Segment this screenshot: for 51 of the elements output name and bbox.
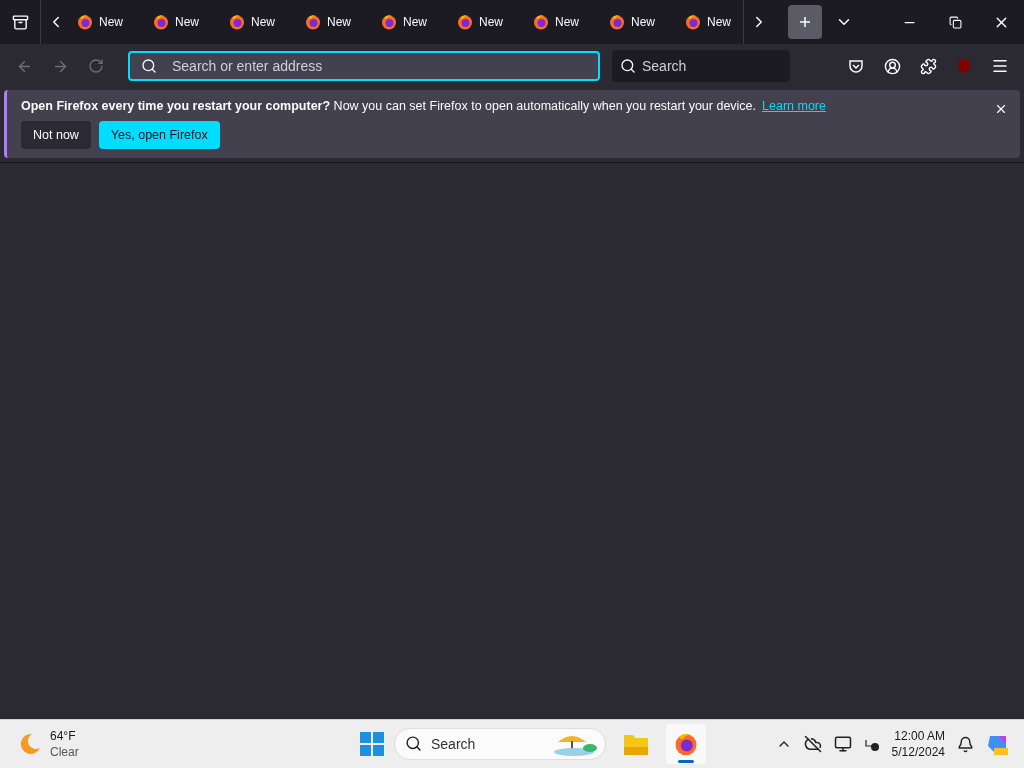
cloud-off-icon[interactable] [803, 735, 822, 753]
browser-tab[interactable]: New [603, 6, 679, 38]
plus-icon [799, 16, 811, 28]
browser-tab[interactable]: New [451, 6, 527, 38]
browser-tab[interactable]: New [527, 6, 603, 38]
search-field[interactable]: Search [612, 50, 790, 82]
notification-bell-icon[interactable] [957, 735, 974, 753]
firefox-logo-icon [305, 14, 321, 30]
address-bar[interactable]: Search or enter address [128, 51, 600, 81]
learn-more-link[interactable]: Learn more [762, 99, 826, 113]
taskbar-search-field[interactable]: Search [394, 728, 606, 760]
close-icon[interactable] [994, 102, 1008, 116]
browser-tab[interactable]: New [223, 6, 299, 38]
extensions-icon[interactable] [919, 57, 937, 75]
firefox-logo-icon [457, 14, 473, 30]
active-indicator [678, 760, 694, 763]
search-icon [141, 58, 157, 74]
firefox-logo-icon [153, 14, 169, 30]
browser-tab[interactable]: New [375, 6, 451, 38]
firefox-logo-icon [77, 14, 93, 30]
account-icon[interactable] [883, 57, 901, 75]
browser-tab[interactable]: New [147, 6, 223, 38]
firefox-app-button[interactable] [666, 724, 706, 764]
search-icon [405, 735, 422, 752]
notification-message: Open Firefox every time you restart your computer? Now you can set Firefox to open automatically when you restart your device. [21, 99, 757, 113]
windows-start-icon[interactable] [360, 732, 384, 756]
folder-icon [624, 733, 648, 755]
firefox-logo-icon [381, 14, 397, 30]
firefox-logo-icon [685, 14, 701, 30]
firefox-logo-icon [609, 14, 625, 30]
firefox-icon [674, 732, 698, 756]
firefox-logo-icon [533, 14, 549, 30]
pocket-icon[interactable] [848, 58, 864, 74]
browser-tab[interactable]: New [679, 6, 743, 38]
temperature: 64°F [50, 728, 77, 744]
clock-time[interactable]: 12:00 AM [894, 728, 945, 744]
monitor-icon[interactable] [833, 735, 852, 753]
clock-date[interactable]: 5/12/2024 [891, 744, 945, 760]
reload-icon[interactable] [88, 58, 104, 74]
restore-icon[interactable] [948, 15, 962, 29]
browser-tab[interactable]: New [299, 6, 375, 38]
weather-condition: Clear [50, 744, 79, 760]
search-icon [620, 58, 636, 74]
moon-icon [18, 732, 42, 756]
browser-tab[interactable]: New [71, 6, 147, 38]
new-tab-button[interactable] [788, 5, 822, 39]
firefox-logo-icon [229, 14, 245, 30]
confirm-button[interactable]: Yes, open Firefox [98, 121, 220, 149]
menu-icon[interactable] [991, 57, 1009, 75]
dismiss-button[interactable]: Not now [21, 121, 91, 149]
tab-list-icon[interactable] [11, 13, 29, 31]
